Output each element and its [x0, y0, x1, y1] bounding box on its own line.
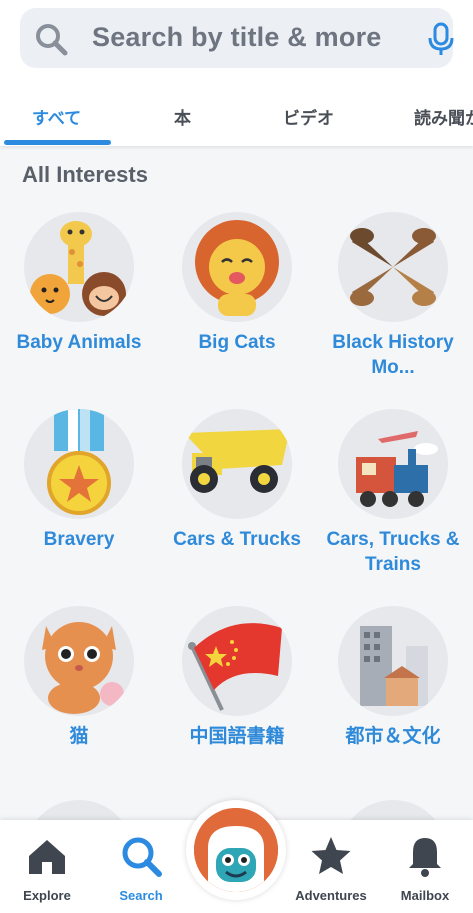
nav-mailbox[interactable]: Mailbox: [378, 834, 472, 910]
big-cats-image: [182, 212, 292, 322]
interest-label: Black History Mo...: [332, 332, 454, 378]
interest-label: 猫: [69, 726, 89, 747]
section-title: All Interests: [22, 162, 148, 187]
yeti-avatar-icon: [194, 808, 278, 892]
nav-adventures[interactable]: Adventures: [284, 834, 378, 910]
interest-cities-culture[interactable]: 都市＆文化: [318, 606, 468, 796]
active-tab-indicator: [4, 140, 111, 145]
black-history-month-image: [338, 212, 448, 322]
header: Search by title & more: [0, 0, 473, 90]
interest-label: Bravery: [43, 529, 115, 550]
nav-label: Explore: [23, 888, 71, 903]
mascot-button[interactable]: [186, 800, 286, 900]
home-icon: [29, 840, 65, 874]
star-icon: [311, 837, 351, 874]
search-input[interactable]: Search by title & more: [92, 22, 382, 53]
interest-label: 中国語書籍: [189, 726, 285, 747]
bell-icon: [409, 838, 441, 877]
interest-label: 都市＆文化: [345, 726, 441, 747]
tab-all[interactable]: すべて: [32, 104, 81, 129]
baby-animals-image: [24, 212, 134, 322]
tab-books[interactable]: 本: [174, 104, 191, 129]
chinese-books-image: [182, 606, 292, 716]
search-icon: [122, 837, 162, 877]
tab-videos[interactable]: ビデオ: [283, 104, 334, 129]
nav-label: Adventures: [295, 888, 367, 903]
cars-trucks-image: [182, 409, 292, 519]
interest-big-cats[interactable]: Big Cats: [162, 212, 312, 402]
nav-label: Search: [119, 888, 163, 903]
search-icon: [36, 24, 68, 56]
nav-label: Mailbox: [400, 888, 450, 903]
interest-baby-animals[interactable]: Baby Animals: [4, 212, 154, 402]
interest-cars-trucks[interactable]: Cars & Trucks: [162, 409, 312, 599]
interest-cars-trucks-trains[interactable]: Cars, Trucks & Trains: [318, 409, 468, 599]
category-tabs: すべて 本 ビデオ 読み聞か: [0, 90, 473, 146]
interest-label: Cars, Trucks & Trains: [326, 529, 460, 575]
cats-image: [24, 606, 134, 716]
interest-label: Big Cats: [198, 332, 276, 353]
interest-label: Baby Animals: [16, 332, 142, 353]
cities-culture-image: [338, 606, 448, 716]
interest-label: Cars & Trucks: [173, 529, 301, 550]
tab-read-aloud[interactable]: 読み聞か: [414, 104, 473, 129]
search-bar[interactable]: Search by title & more: [20, 8, 454, 68]
interest-cats[interactable]: 猫: [4, 606, 154, 796]
bravery-image: [24, 409, 134, 519]
nav-explore[interactable]: Explore: [0, 834, 94, 910]
cars-trucks-trains-image: [338, 409, 448, 519]
interest-bravery[interactable]: Bravery: [4, 409, 154, 599]
nav-search[interactable]: Search: [94, 834, 188, 910]
interest-black-history-month[interactable]: Black History Mo...: [318, 212, 468, 402]
interest-chinese-books[interactable]: 中国語書籍: [162, 606, 312, 796]
microphone-icon[interactable]: [424, 22, 458, 56]
